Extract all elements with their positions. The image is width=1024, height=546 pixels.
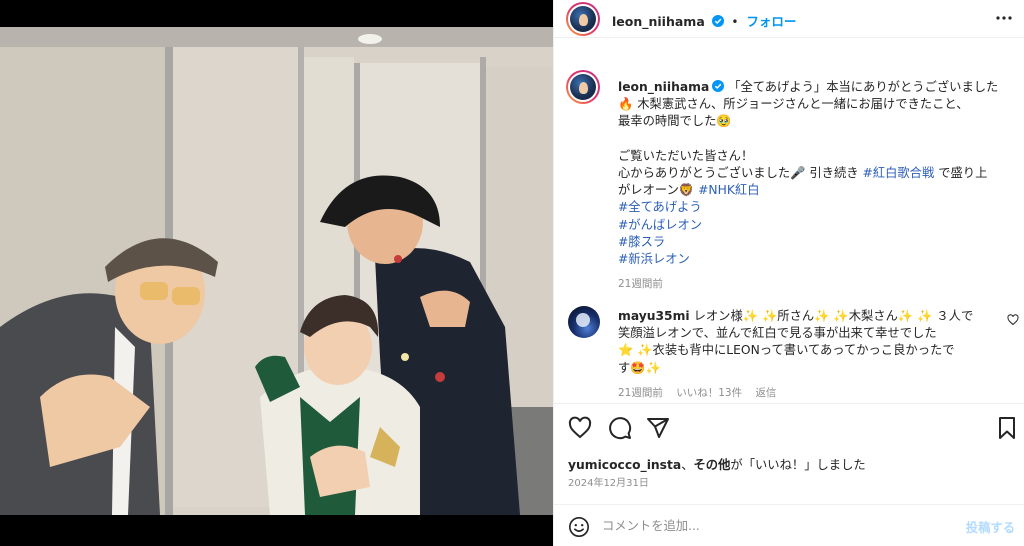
verified-badge-icon: [711, 15, 724, 27]
author-avatar[interactable]: [566, 2, 600, 36]
caption-line-6a: がレオーン🦁: [618, 183, 699, 198]
caption-text: leon_niihama 「全てあげよう」本当にありがとうございました 🔥 木梨…: [618, 79, 1016, 268]
comment-text: mayu35mi レオン様✨ ✨所さん✨ ✨木梨さん✨ ✨ ３人で 笑顔溢レオン…: [618, 308, 990, 377]
heart-icon[interactable]: [568, 416, 592, 440]
likes-others-link[interactable]: その他: [694, 458, 731, 472]
instagram-post-view: leon_niihama • フォロー leon_niihama 「全てあげよう…: [0, 0, 1024, 546]
hashtag-link[interactable]: #新浜レオン: [618, 252, 690, 266]
comment-line-1: レオン様✨ ✨所さん✨ ✨木梨さん✨ ✨ ３人で: [693, 309, 974, 323]
photo-pane: [0, 0, 553, 546]
emoji-icon[interactable]: [568, 516, 590, 538]
hashtag-link[interactable]: #紅白歌合戦: [862, 166, 934, 180]
caption-line-5a: 心からありがとうございました🎤 引き続き: [618, 166, 863, 181]
caption-line-1: 「全てあげよう」本当にありがとうございました: [728, 80, 999, 94]
hashtag-link[interactable]: #膝スラ: [618, 235, 665, 249]
post-header: leon_niihama • フォロー: [554, 0, 1024, 38]
reply-button[interactable]: 返信: [755, 387, 776, 399]
follow-button[interactable]: フォロー: [746, 14, 796, 29]
verified-badge-icon: [712, 80, 725, 92]
commenter-username[interactable]: mayu35mi: [618, 309, 690, 323]
commenter-avatar[interactable]: [568, 306, 600, 338]
hashtag-link[interactable]: #がんばレオン: [618, 218, 702, 232]
likes-summary: yumicocco_insta、その他が「いいね！」しました: [568, 455, 866, 473]
comment-like-heart-icon[interactable]: [1007, 314, 1019, 326]
header-identity: leon_niihama • フォロー: [612, 11, 796, 30]
caption-username[interactable]: leon_niihama: [618, 80, 709, 94]
comments-scroll-area[interactable]: leon_niihama 「全てあげよう」本当にありがとうございました 🔥 木梨…: [554, 58, 1024, 403]
caption-avatar[interactable]: [566, 70, 600, 104]
caption-line-2: 🔥 木梨憲武さん、所ジョージさんと一緒にお届けできたこと、: [618, 97, 969, 112]
comment-likes[interactable]: いいね！13件: [676, 387, 742, 399]
post-comment-button[interactable]: 投稿する: [966, 518, 1015, 536]
post-side-panel: leon_niihama • フォロー leon_niihama 「全てあげよう…: [553, 0, 1024, 546]
comment-line-4: す🤩✨: [618, 360, 661, 375]
post-photo[interactable]: [0, 27, 553, 515]
likes-separator: 、: [681, 458, 694, 472]
caption-timestamp[interactable]: 21週間前: [618, 276, 663, 291]
bookmark-icon[interactable]: [995, 416, 1019, 440]
action-bar: [554, 403, 1024, 451]
hashtag-link[interactable]: #全てあげよう: [618, 200, 702, 214]
comment-timestamp[interactable]: 21週間前: [618, 387, 663, 399]
more-icon[interactable]: [995, 9, 1013, 27]
share-icon[interactable]: [646, 416, 670, 440]
liker-username[interactable]: yumicocco_insta: [568, 458, 681, 472]
post-photo-illustration: [0, 27, 553, 515]
caption-line-4: ご覧いただいた皆さん！: [618, 148, 754, 163]
comment-composer: 投稿する: [554, 504, 1024, 546]
hashtag-link[interactable]: #NHK紅白: [698, 183, 759, 197]
comment-line-3: ⭐️ ✨衣装も背中にLEONって書いてあってかっこ良かったで: [618, 343, 955, 358]
post-date[interactable]: 2024年12月31日: [568, 474, 649, 489]
likes-suffix: が「いいね！」しました: [730, 458, 866, 472]
author-username[interactable]: leon_niihama: [612, 14, 705, 29]
header-separator: •: [731, 15, 739, 29]
caption-line-3: 最幸の時間でした🥹: [618, 114, 732, 129]
comment-line-2: 笑顔溢レオンで、並んで紅白で見る事が出来て幸せでした: [618, 326, 937, 341]
comment-input[interactable]: [602, 517, 942, 535]
caption-line-5b: で盛り上: [934, 166, 988, 181]
comment-meta: 21週間前 いいね！13件 返信: [618, 385, 776, 400]
comment-icon[interactable]: [608, 416, 632, 440]
